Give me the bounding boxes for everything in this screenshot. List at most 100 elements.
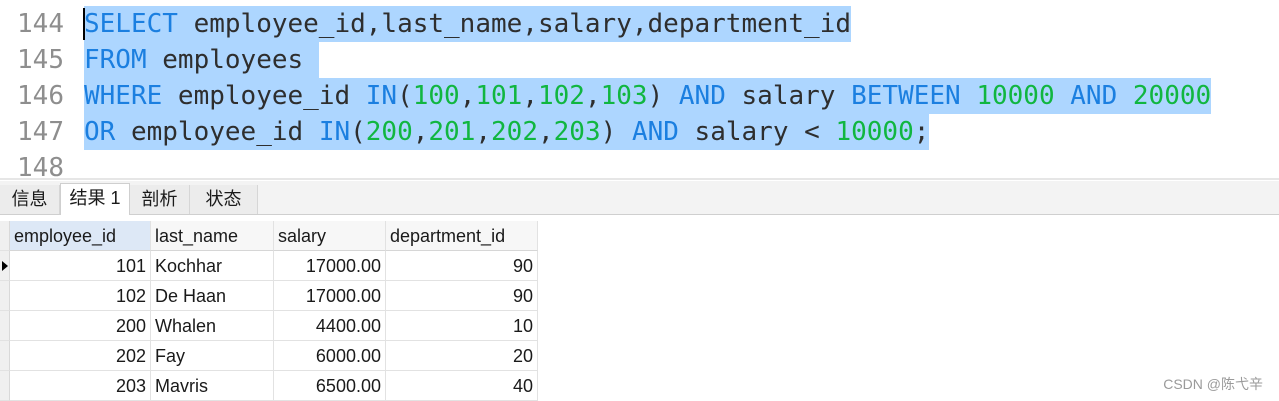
- row-header-corner[interactable]: [0, 221, 10, 251]
- sql-text: salary: [725, 81, 852, 111]
- code-line[interactable]: 144 SELECT employee_id,last_name,salary,d…: [0, 6, 1279, 42]
- sql-number: 101: [475, 81, 523, 111]
- sql-keyword: AND: [1070, 81, 1118, 111]
- editor-divider[interactable]: [0, 178, 1279, 180]
- line-number: 148: [17, 153, 64, 180]
- sql-text: ): [647, 81, 679, 111]
- cell-last-name[interactable]: De Haan: [151, 281, 274, 311]
- sql-keyword: AND: [631, 117, 679, 147]
- cell-department-id[interactable]: 90: [386, 281, 538, 311]
- text-caret: [83, 8, 85, 40]
- table-row[interactable]: 101 Kochhar 17000.00 90: [0, 251, 538, 281]
- cell-last-name[interactable]: Whalen: [151, 311, 274, 341]
- sql-keyword: SELECT: [84, 9, 178, 39]
- cell-department-id[interactable]: 90: [386, 251, 538, 281]
- tab-result-1[interactable]: 结果 1: [60, 183, 130, 215]
- line-number: 144: [17, 9, 64, 39]
- column-header-last-name[interactable]: last_name: [151, 221, 274, 251]
- sql-text: (: [397, 81, 413, 111]
- sql-number: 200: [365, 117, 413, 147]
- sql-text: salary <: [678, 117, 836, 147]
- current-row-arrow-icon: [2, 261, 8, 271]
- sql-number: 100: [412, 81, 460, 111]
- sql-keyword: AND: [678, 81, 726, 111]
- row-selector[interactable]: [0, 311, 10, 341]
- cell-last-name[interactable]: Kochhar: [151, 251, 274, 281]
- sql-number: 10000: [835, 117, 914, 147]
- sql-text: ,: [584, 81, 601, 111]
- sql-text: employee_id: [115, 117, 319, 147]
- sql-text: employee_id: [162, 81, 366, 111]
- column-header-employee-id[interactable]: employee_id: [10, 221, 151, 251]
- cell-employee-id[interactable]: 101: [10, 251, 151, 281]
- cell-employee-id[interactable]: 200: [10, 311, 151, 341]
- sql-keyword: WHERE: [84, 81, 163, 111]
- row-selector[interactable]: [0, 341, 10, 371]
- sql-text: ,: [412, 117, 429, 147]
- line-number: 146: [17, 81, 64, 111]
- sql-number: 102: [538, 81, 585, 111]
- tab-info[interactable]: 信息: [0, 185, 60, 214]
- cell-salary[interactable]: 6500.00: [274, 371, 386, 401]
- code-line[interactable]: 148: [0, 150, 1279, 180]
- sql-keyword: BETWEEN: [851, 81, 961, 111]
- sql-text: ;: [913, 117, 930, 147]
- cell-last-name[interactable]: Fay: [151, 341, 274, 371]
- line-number: 147: [17, 117, 64, 147]
- sql-number: 20000: [1132, 81, 1212, 111]
- cell-department-id[interactable]: 20: [386, 341, 538, 371]
- code-line[interactable]: 145 FROM employees: [0, 42, 1279, 78]
- cell-salary[interactable]: 6000.00: [274, 341, 386, 371]
- sql-text: ,: [475, 117, 492, 147]
- sql-keyword: IN: [318, 117, 351, 147]
- watermark: CSDN @陈弋辛: [1163, 376, 1263, 392]
- grid-header-row: employee_id last_name salary department_…: [0, 221, 538, 251]
- tab-profile[interactable]: 剖析: [130, 185, 190, 214]
- sql-number: 202: [491, 117, 538, 147]
- cell-salary[interactable]: 17000.00: [274, 281, 386, 311]
- cell-employee-id[interactable]: 202: [10, 341, 151, 371]
- row-selector[interactable]: [0, 251, 10, 281]
- row-selector[interactable]: [0, 281, 10, 311]
- row-selector[interactable]: [0, 371, 10, 401]
- table-row[interactable]: 200 Whalen 4400.00 10: [0, 311, 538, 341]
- sql-number: 10000: [976, 81, 1055, 111]
- code-text[interactable]: WHERE employee_id IN(100,101,102,103) AN…: [84, 78, 1212, 114]
- sql-text: employees: [146, 45, 319, 75]
- cell-employee-id[interactable]: 203: [10, 371, 151, 401]
- sql-number: 203: [553, 117, 601, 147]
- column-header-salary[interactable]: salary: [274, 221, 386, 251]
- sql-editor[interactable]: 144 SELECT employee_id,last_name,salary,d…: [0, 0, 1279, 180]
- sql-text: ,: [459, 81, 476, 111]
- table-row[interactable]: 202 Fay 6000.00 20: [0, 341, 538, 371]
- cell-department-id[interactable]: 40: [386, 371, 538, 401]
- sql-keyword: OR: [84, 117, 116, 147]
- cell-last-name[interactable]: Mavris: [151, 371, 274, 401]
- code-text[interactable]: SELECT employee_id,last_name,salary,depa…: [84, 6, 852, 42]
- table-row[interactable]: 102 De Haan 17000.00 90: [0, 281, 538, 311]
- sql-number: 201: [428, 117, 476, 147]
- cell-salary[interactable]: 17000.00: [274, 251, 386, 281]
- cell-department-id[interactable]: 10: [386, 311, 538, 341]
- cell-salary[interactable]: 4400.00: [274, 311, 386, 341]
- sql-text: employee_id,last_name,salary,department_…: [177, 9, 852, 39]
- table-row[interactable]: 203 Mavris 6500.00 40: [0, 371, 538, 401]
- code-text[interactable]: OR employee_id IN(200,201,202,203) AND s…: [84, 114, 930, 150]
- sql-number: 103: [600, 81, 648, 111]
- sql-text: ,: [522, 81, 538, 111]
- sql-keyword: IN: [365, 81, 398, 111]
- sql-text: ): [600, 117, 632, 147]
- code-text[interactable]: FROM employees: [84, 42, 319, 78]
- sql-text: (: [350, 117, 366, 147]
- code-line[interactable]: 147 OR employee_id IN(200,201,202,203) AN…: [0, 114, 1279, 150]
- column-header-department-id[interactable]: department_id: [386, 221, 538, 251]
- line-number: 145: [17, 45, 64, 75]
- sql-keyword: FROM: [84, 45, 147, 75]
- result-tab-bar: 信息 结果 1 剖析 状态: [0, 181, 1279, 215]
- cell-employee-id[interactable]: 102: [10, 281, 151, 311]
- code-line[interactable]: 146 WHERE employee_id IN(100,101,102,103)…: [0, 78, 1279, 114]
- tab-status[interactable]: 状态: [190, 185, 258, 214]
